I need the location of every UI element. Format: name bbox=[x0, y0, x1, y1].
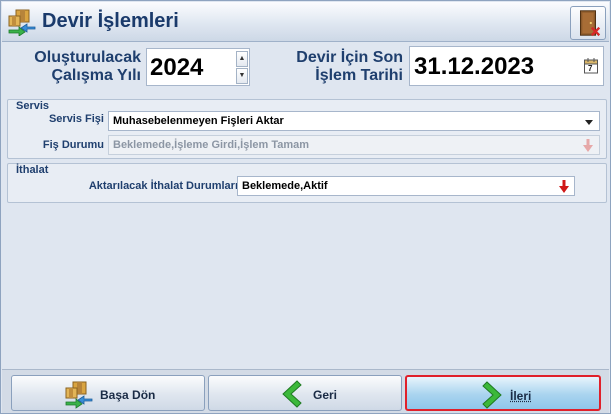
exit-door-icon bbox=[580, 10, 601, 37]
year-label: Oluşturulacak Çalışma Yılı bbox=[9, 49, 141, 85]
fis-durumu-value: Beklemede,İşleme Girdi,İşlem Tamam bbox=[113, 139, 310, 151]
fis-durumu-dropdown: Beklemede,İşleme Girdi,İşlem Tamam bbox=[108, 135, 600, 155]
devir-window: Devir İşlemleri Oluşturulacak Çalışma Yı… bbox=[0, 0, 611, 414]
home-button-label: Başa Dön bbox=[100, 388, 156, 402]
transfer-boxes-icon bbox=[8, 9, 36, 36]
exit-button[interactable] bbox=[570, 6, 606, 40]
fis-durumu-label: Fiş Durumu bbox=[42, 139, 104, 151]
spin-down-button[interactable]: ▼ bbox=[236, 68, 248, 84]
year-value[interactable]: 2024 bbox=[150, 54, 203, 82]
servis-fisi-label: Servis Fişi bbox=[48, 113, 104, 125]
calendar-day: 7 bbox=[588, 64, 593, 73]
ithalat-durum-value: Beklemede,Aktif bbox=[242, 180, 328, 192]
date-label-line2: İşlem Tarihi bbox=[315, 67, 403, 84]
chevron-down-icon[interactable] bbox=[585, 120, 593, 125]
date-label: Devir İçin Son İşlem Tarihi bbox=[261, 49, 403, 85]
servis-fisi-dropdown[interactable]: Muhasebelenmeyen Fişleri Aktar bbox=[108, 111, 600, 131]
down-arrow-icon bbox=[583, 139, 593, 152]
servis-fisi-value: Muhasebelenmeyen Fişleri Aktar bbox=[113, 115, 284, 127]
transfer-boxes-icon bbox=[65, 381, 93, 409]
ithalat-group-title: İthalat bbox=[16, 164, 49, 176]
calendar-icon[interactable]: 7 bbox=[584, 58, 598, 74]
title-bar: Devir İşlemleri bbox=[2, 2, 609, 42]
date-value[interactable]: 31.12.2023 bbox=[414, 53, 534, 81]
ithalat-durum-dropdown[interactable]: Beklemede,Aktif bbox=[237, 176, 575, 196]
ithalat-group: İthalat Aktarılacak İthalat Durumları Be… bbox=[7, 163, 607, 203]
window-title: Devir İşlemleri bbox=[42, 10, 179, 32]
date-picker[interactable]: 31.12.2023 7 bbox=[409, 46, 604, 86]
next-button-label: İleri bbox=[510, 389, 532, 403]
date-label-line1: Devir İçin Son bbox=[296, 49, 403, 66]
ithalat-durum-label: Aktarılacak İthalat Durumları bbox=[88, 180, 238, 192]
servis-group-title: Servis bbox=[16, 100, 50, 112]
spin-up-button[interactable]: ▲ bbox=[236, 51, 248, 67]
back-button[interactable]: Geri bbox=[208, 375, 402, 411]
year-spinner[interactable]: 2024 ▲ ▼ bbox=[146, 48, 250, 86]
back-button-label: Geri bbox=[313, 388, 338, 402]
down-arrow-icon[interactable] bbox=[559, 180, 569, 194]
arrow-left-icon bbox=[282, 380, 302, 408]
home-button[interactable]: Başa Dön bbox=[11, 375, 205, 411]
year-label-line1: Oluşturulacak bbox=[34, 49, 141, 66]
year-label-line2: Çalışma Yılı bbox=[51, 67, 141, 84]
next-button[interactable]: İleri bbox=[405, 375, 601, 411]
arrow-right-icon bbox=[482, 381, 502, 409]
servis-group: Servis Servis Fişi Muhasebelenmeyen Fişl… bbox=[7, 99, 607, 159]
